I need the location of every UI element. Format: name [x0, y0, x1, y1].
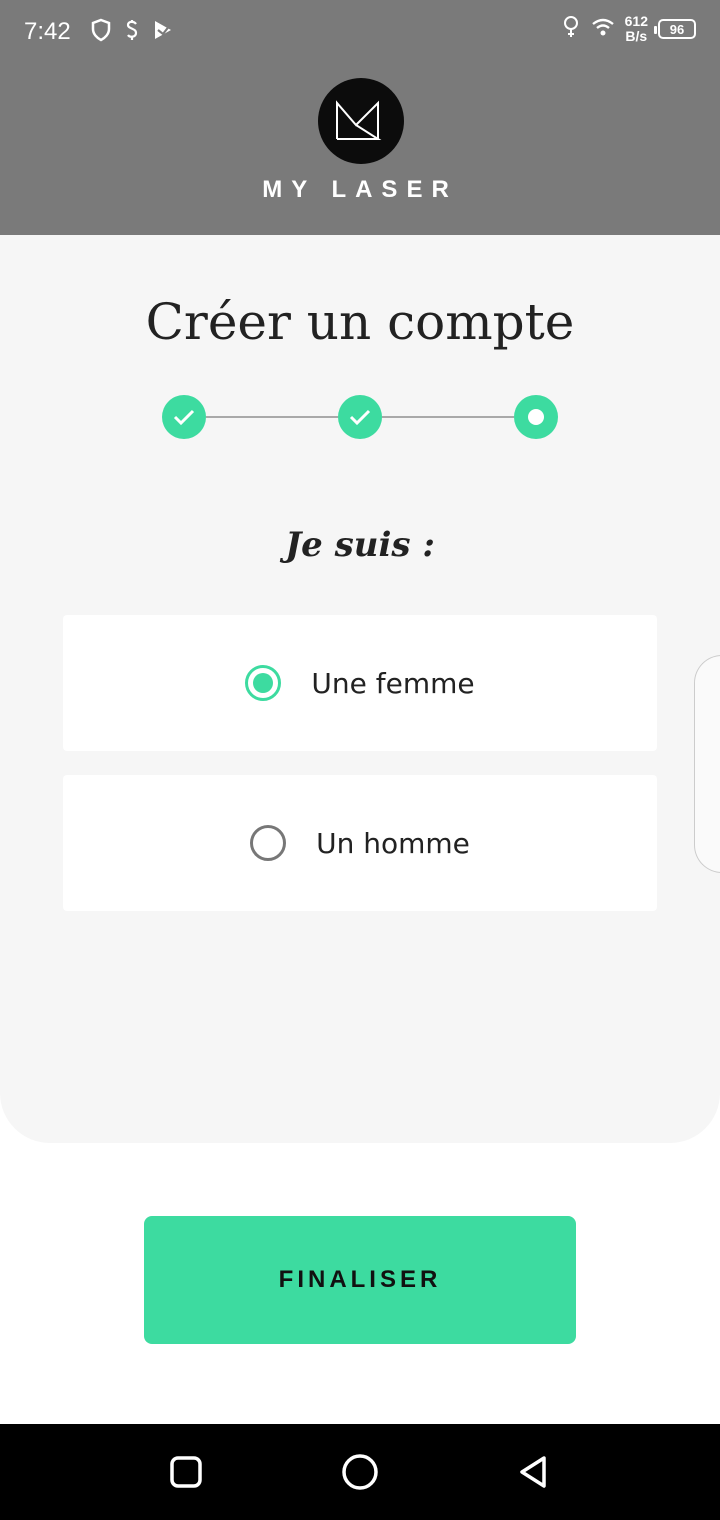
edge-panel-handle[interactable] [694, 655, 720, 873]
status-left-icons [90, 18, 174, 47]
home-icon [342, 1454, 378, 1490]
gender-question: Je suis : [285, 525, 435, 565]
step-2-completed [338, 395, 382, 439]
status-time: 7:42 [24, 18, 71, 45]
my-laser-logo [318, 78, 404, 164]
stepper-connector [206, 416, 338, 418]
battery-indicator: 96 [654, 19, 696, 39]
page-title: Créer un compte [145, 293, 575, 351]
finalize-button[interactable]: FINALISER [144, 1216, 576, 1344]
stepper-connector [382, 416, 514, 418]
radio-unselected-icon[interactable] [250, 825, 287, 861]
shield-icon [90, 18, 112, 47]
recents-icon [170, 1456, 202, 1488]
progress-stepper [162, 395, 558, 439]
wifi-icon [591, 17, 615, 42]
logo-monogram-icon [336, 100, 382, 140]
step-1-completed [162, 395, 206, 439]
play-store-icon [152, 18, 174, 47]
app-header: 7:42 612 B/s 96 MY LASER [0, 0, 720, 235]
back-button[interactable] [514, 1452, 554, 1492]
back-icon [520, 1456, 546, 1488]
option-label: Une femme [311, 666, 475, 700]
network-speed: 612 B/s [625, 14, 648, 44]
system-nav-bar [0, 1424, 720, 1520]
brand-name: MY LASER [262, 176, 458, 203]
dot-icon [528, 409, 544, 425]
radio-dot [253, 673, 274, 693]
check-icon [173, 409, 195, 426]
option-label: Un homme [316, 826, 470, 860]
option-un-homme[interactable]: Un homme [63, 775, 657, 911]
signup-card: Créer un compte Je suis : Une femme Un h… [0, 235, 720, 1143]
home-button[interactable] [340, 1452, 380, 1492]
status-right: 612 B/s 96 [561, 14, 696, 44]
radio-selected-icon[interactable] [245, 665, 282, 701]
bulb-icon [561, 15, 581, 44]
network-speed-unit: B/s [625, 28, 648, 44]
dollar-icon [124, 18, 140, 47]
network-speed-value: 612 [624, 13, 648, 29]
option-une-femme[interactable]: Une femme [63, 615, 657, 751]
step-3-current [514, 395, 558, 439]
check-icon [349, 409, 371, 426]
recents-button[interactable] [166, 1452, 206, 1492]
